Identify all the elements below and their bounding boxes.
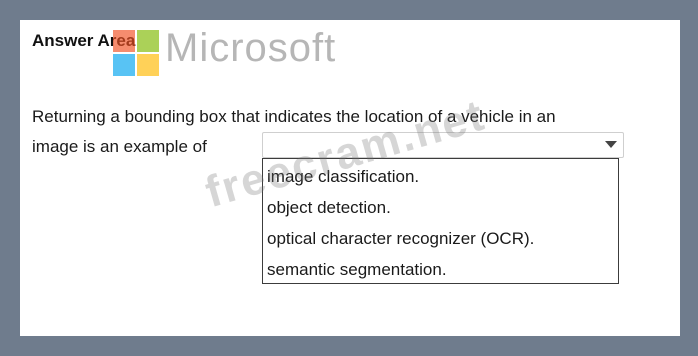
- dropdown-option-image-classification[interactable]: image classification.: [263, 161, 618, 192]
- microsoft-logo-icon: [113, 30, 159, 76]
- dropdown-option-ocr[interactable]: optical character recognizer (OCR).: [263, 223, 618, 254]
- chevron-down-icon[interactable]: [605, 141, 617, 148]
- dropdown-option-semantic-segmentation[interactable]: semantic segmentation.: [263, 254, 618, 285]
- question-line-1: Returning a bounding box that indicates …: [32, 107, 556, 126]
- microsoft-watermark: Microsoft: [165, 26, 337, 70]
- answer-area-panel: Answer Area Microsoft Returning a boundi…: [20, 20, 680, 336]
- dropdown-options-list: image classification. object detection. …: [262, 158, 619, 284]
- dropdown-option-object-detection[interactable]: object detection.: [263, 192, 618, 223]
- answer-dropdown[interactable]: [262, 132, 624, 158]
